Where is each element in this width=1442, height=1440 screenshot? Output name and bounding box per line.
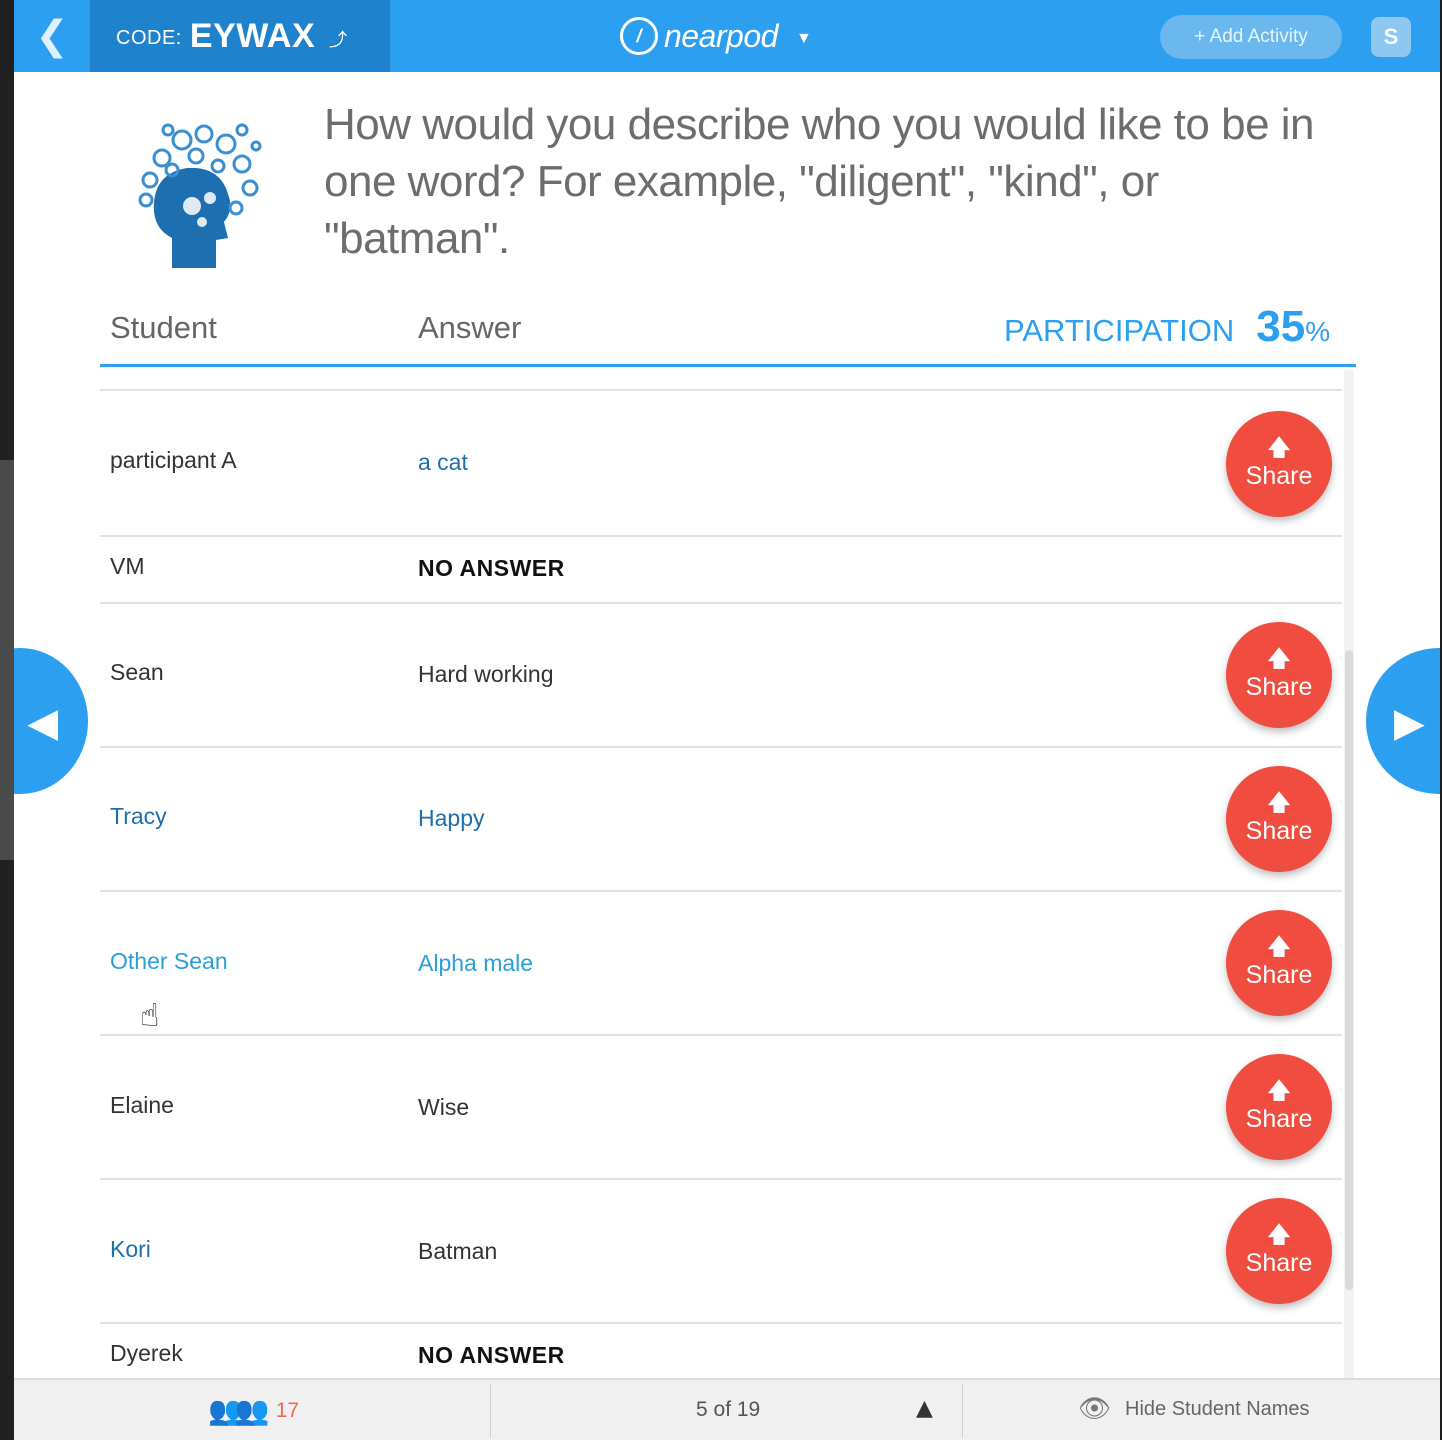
divider (490, 1384, 491, 1438)
participation-label: PARTICIPATION (1004, 313, 1235, 348)
add-activity-button[interactable]: + Add Activity (1160, 15, 1342, 59)
top-bar: ❮ CODE: EYWAX ⤴ / nearpod ▼ + Add Activi… (14, 0, 1440, 72)
left-edge-strip (0, 460, 14, 860)
arrow-up-icon: 🡅 (1267, 1222, 1291, 1248)
share-label: Share (1245, 960, 1313, 989)
student-name: Elaine (110, 1092, 174, 1118)
arrow-up-icon: 🡅 (1267, 435, 1291, 461)
share-button[interactable]: 🡅 Share (1226, 766, 1332, 872)
arrow-up-icon: 🡅 (1267, 790, 1291, 816)
student-name: Sean (110, 659, 164, 685)
chevron-left-icon: ❮ (35, 13, 69, 59)
back-button[interactable]: ❮ (14, 0, 90, 72)
column-header-student: Student (110, 310, 217, 345)
nearpod-app: ❮ CODE: EYWAX ⤴ / nearpod ▼ + Add Activi… (14, 0, 1440, 1440)
student-name: Kori (110, 1236, 151, 1262)
caret-down-icon: ▼ (795, 30, 812, 47)
question-text: How would you describe who you would lik… (324, 100, 1315, 263)
list-scroll-thumb[interactable] (1345, 650, 1353, 1290)
participation-meter: PARTICIPATION 35 % (1004, 302, 1330, 352)
share-label: Share (1245, 461, 1313, 490)
students-count: 17 (275, 1398, 300, 1422)
nearpod-logo-icon: / (620, 17, 658, 55)
student-name: VM (110, 553, 145, 579)
participation-unit: % (1305, 316, 1331, 347)
share-button[interactable]: 🡅 Share (1226, 1198, 1332, 1304)
session-code[interactable]: CODE: EYWAX ⤴ (90, 0, 390, 72)
triangle-left-icon: ◀ (27, 700, 58, 746)
student-answer: a cat (418, 449, 468, 475)
share-label: Share (1245, 672, 1313, 701)
table-row: Tracy Happy 🡅 Share (100, 746, 1342, 890)
table-row: Dyerek NO ANSWER (100, 1322, 1342, 1378)
student-name: Dyerek (110, 1340, 183, 1366)
student-answer: NO ANSWER (418, 555, 565, 581)
code-label: CODE: (116, 26, 182, 49)
next-slide-button[interactable]: ▶ (1366, 648, 1440, 794)
share-button[interactable]: 🡅 Share (1226, 622, 1332, 728)
triangle-right-icon: ▶ (1394, 700, 1425, 746)
table-row: VM NO ANSWER (100, 535, 1342, 602)
student-answer: Batman (418, 1238, 498, 1264)
share-label: Share (1245, 1248, 1313, 1277)
share-button[interactable]: 🡅 Share (1226, 910, 1332, 1016)
table-row: Kori Batman 🡅 Share (100, 1178, 1342, 1322)
column-header-answer: Answer (418, 310, 522, 345)
student-answer: Wise (418, 1094, 470, 1120)
eye-off-icon: 👁 (1078, 1394, 1112, 1424)
share-code-icon[interactable]: ⤴ (329, 26, 347, 52)
student-answer: Alpha male (418, 950, 534, 976)
bottom-bar: 👥👥 17 5 of 19 ▲ 👁 Hide Student Names (14, 1378, 1440, 1440)
brand-name: nearpod (664, 17, 778, 54)
student-answer: Happy (418, 805, 485, 831)
hide-names-label: Hide Student Names (1125, 1397, 1310, 1420)
arrow-up-icon: 🡅 (1267, 646, 1291, 672)
slide-position: 5 of 19 (696, 1398, 761, 1421)
share-button[interactable]: 🡅 Share (1226, 411, 1332, 517)
arrow-up-icon: 🡅 (1267, 934, 1291, 960)
student-answer: NO ANSWER (418, 1342, 565, 1368)
table-row: participant A a cat 🡅 Share (100, 389, 1342, 535)
student-answer: Hard working (418, 661, 554, 687)
code-value: EYWAX (189, 16, 316, 55)
previous-slide-button[interactable]: ◀ (14, 648, 88, 794)
students-joined[interactable]: 👥👥 17 (208, 1394, 299, 1427)
hand-cursor-icon: ☝ (140, 996, 160, 1034)
slide-menu-up-icon[interactable]: ▲ (916, 1396, 933, 1421)
share-label: Share (1245, 1104, 1313, 1133)
table-row[interactable]: Other Sean Alpha male 🡅 Share (100, 890, 1342, 1034)
share-button[interactable]: 🡅 Share (1226, 1054, 1332, 1160)
responses-list: participant A a cat 🡅 Share VM NO ANSWER… (100, 367, 1342, 1378)
left-edge (0, 0, 14, 1440)
student-name: Tracy (110, 803, 167, 829)
brand-menu[interactable]: / nearpod ▼ (620, 14, 812, 58)
brain-head-image (138, 123, 262, 268)
student-name[interactable]: Other Sean (110, 948, 228, 975)
students-group-icon: 👥👥 (208, 1394, 270, 1427)
hide-student-names-toggle[interactable]: 👁 Hide Student Names (1078, 1394, 1310, 1424)
divider (962, 1384, 963, 1438)
participation-value: 35 (1256, 302, 1306, 351)
table-row: Sean Hard working 🡅 Share (100, 602, 1342, 746)
user-avatar[interactable]: S (1371, 17, 1411, 57)
student-name: participant A (110, 447, 237, 473)
table-row: Elaine Wise 🡅 Share (100, 1034, 1342, 1178)
arrow-up-icon: 🡅 (1267, 1078, 1291, 1104)
share-label: Share (1245, 816, 1313, 845)
